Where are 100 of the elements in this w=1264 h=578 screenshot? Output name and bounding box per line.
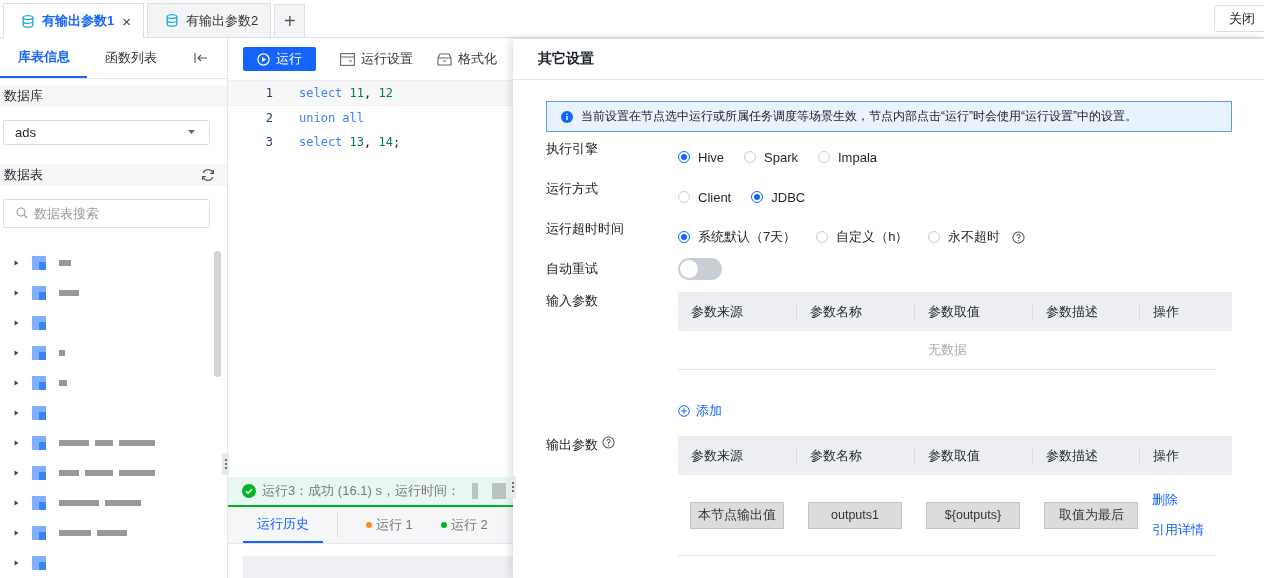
table-icon [32,346,46,360]
expand-caret-icon[interactable] [14,259,19,267]
table-icon [32,286,46,300]
expand-caret-icon[interactable] [14,499,19,507]
column-header: 参数描述 [1046,303,1098,319]
file-tab[interactable]: 有输出参数2 [147,3,272,37]
table-icon [32,496,46,510]
blurred-label [59,290,79,296]
param-field[interactable]: 取值为最后 [1044,501,1138,529]
code-line: union all [299,111,365,125]
column-header: 参数描述 [1046,447,1098,463]
sidebar-tab[interactable]: 函数列表 [87,38,174,78]
caret-icon [188,130,195,135]
radio-option[interactable]: Client [678,189,732,205]
expand-caret-icon[interactable] [14,319,19,327]
column-header: 操作 [1153,303,1179,319]
line-number: 2 [264,111,274,125]
scrollbar[interactable] [214,251,221,377]
add-tab-button[interactable]: + [274,4,306,37]
field-label: 输入参数 [546,292,598,310]
action-link[interactable]: 删除 [1152,491,1216,509]
radio-option[interactable]: Hive [678,149,724,165]
code-line: select 11, 12 [299,86,393,100]
radio-option[interactable]: JDBC [751,189,806,205]
toggle-switch[interactable] [678,258,722,280]
sidebar-tab[interactable]: 库表信息 [0,38,87,78]
alert-text: 当前设置在节点选中运行或所属任务调度等场景生效，节点内部点击“运行”时会使用“运行设置”中的设置。 [581,108,1137,125]
expand-caret-icon[interactable] [14,289,19,297]
field-label: 运行超时时间 [546,220,624,238]
column-header: 参数取值 [928,447,980,463]
help-icon[interactable] [1012,230,1026,244]
toolbox-icon [437,52,452,66]
section-title: 数据表 [4,165,43,184]
section-title: 数据库 [4,87,43,106]
table-icon [32,406,46,420]
radio-option[interactable]: 永不超时 [928,228,1001,246]
blurred-label [59,350,65,356]
refresh-icon[interactable] [201,167,215,182]
column-header: 参数名称 [810,447,862,463]
column-header: 参数名称 [810,303,862,319]
table-icon [32,316,46,330]
expand-caret-icon[interactable] [14,379,19,387]
expand-caret-icon[interactable] [14,469,19,477]
column-header: 参数来源 [691,447,743,463]
help-icon[interactable] [602,436,615,449]
table-icon [32,256,46,270]
column-header: 参数取值 [928,303,980,319]
radio-option[interactable]: Impala [818,149,877,165]
empty-text: 无数据 [927,341,967,359]
success-icon [242,484,256,498]
field-label: 执行引擎 [546,140,598,158]
table-icon [32,556,46,570]
table-icon [32,526,46,540]
play-icon [257,52,270,66]
blurred-label [59,380,67,386]
window-icon [340,52,355,66]
param-field[interactable]: 本节点输出值 [690,501,784,529]
line-number: 1 [264,86,274,100]
param-field[interactable]: ${outputs} [926,501,1020,529]
add-link[interactable]: 添加 [678,402,722,420]
info-icon [561,110,573,123]
column-header: 操作 [1153,447,1179,463]
action-link[interactable]: 引用详情 [1152,521,1216,539]
column-header: 参数来源 [691,303,743,319]
plus-circle-icon [678,405,690,417]
search-field[interactable]: 数据表搜索 [3,199,210,228]
radio-option[interactable]: 自定义（h） [816,228,909,246]
status-text: 运行3：成功 (16.1) s，运行时间： [262,482,460,500]
resize-handle[interactable] [222,453,229,475]
expand-caret-icon[interactable] [14,409,19,417]
run-button[interactable]: 运行 [243,47,316,71]
resize-handle[interactable] [509,476,516,498]
expand-caret-icon[interactable] [14,439,19,447]
close-icon[interactable]: × [122,12,131,30]
table-icon [32,466,46,480]
field-label: 输出参数 [546,436,598,454]
drawer-title: 其它设置 [538,50,594,68]
result-tab[interactable]: 运行历史 [243,507,323,543]
format-button[interactable]: 格式化 [437,50,497,68]
param-field[interactable]: outputs1 [808,501,902,529]
collapse-icon[interactable] [194,53,208,63]
radio-option[interactable]: 系统默认（7天） [678,228,797,246]
expand-caret-icon[interactable] [14,349,19,357]
table-icon [32,436,46,450]
result-tab[interactable]: 运行 2 [426,507,502,543]
table-icon [32,376,46,390]
database-icon [166,14,178,27]
expand-caret-icon[interactable] [14,559,19,567]
result-tab[interactable]: 运行 1 [352,507,427,543]
field-label: 自动重试 [546,260,598,278]
code-line: select 13, 14; [299,135,401,149]
database-select[interactable]: ads [3,120,210,145]
settings-button[interactable]: 运行设置 [340,50,413,68]
expand-caret-icon[interactable] [14,529,19,537]
close-button[interactable]: 关闭 [1214,5,1264,32]
file-tab[interactable]: 有输出参数1 × [3,3,144,38]
blurred-label [59,260,71,266]
line-number: 3 [264,135,274,149]
search-icon [16,207,28,219]
radio-option[interactable]: Spark [744,149,798,165]
